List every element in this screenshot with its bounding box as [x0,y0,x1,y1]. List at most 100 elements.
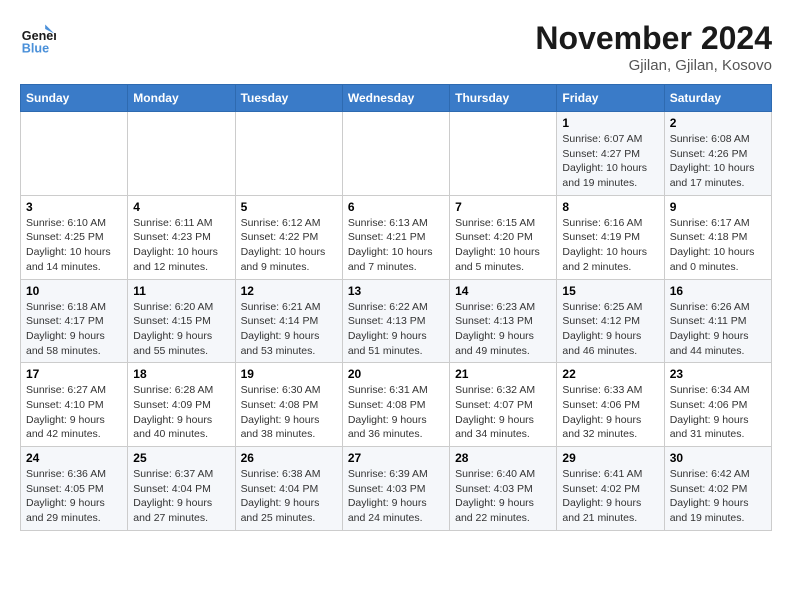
calendar-cell: 14 Sunrise: 6:23 AM Sunset: 4:13 PM Dayli… [450,279,557,363]
weekday-friday: Friday [557,85,664,112]
calendar-cell: 12 Sunrise: 6:21 AM Sunset: 4:14 PM Dayli… [235,279,342,363]
week-row-4: 17 Sunrise: 6:27 AM Sunset: 4:10 PM Dayli… [21,363,772,447]
day-detail: Sunrise: 6:27 AM Sunset: 4:10 PM Dayligh… [26,383,122,442]
day-detail: Sunrise: 6:33 AM Sunset: 4:06 PM Dayligh… [562,383,658,442]
week-row-2: 3 Sunrise: 6:10 AM Sunset: 4:25 PM Daylig… [21,195,772,279]
calendar-cell: 15 Sunrise: 6:25 AM Sunset: 4:12 PM Dayli… [557,279,664,363]
weekday-sunday: Sunday [21,85,128,112]
calendar-cell: 16 Sunrise: 6:26 AM Sunset: 4:11 PM Dayli… [664,279,771,363]
calendar-cell: 5Sunrise: 6:12 AM Sunset: 4:22 PM Daylig… [235,195,342,279]
day-number: 10 [26,284,122,298]
day-detail: Sunrise: 6:32 AM Sunset: 4:07 PM Dayligh… [455,383,551,442]
weekday-thursday: Thursday [450,85,557,112]
calendar-cell: 13 Sunrise: 6:22 AM Sunset: 4:13 PM Dayli… [342,279,449,363]
day-number: 17 [26,367,122,381]
weekday-header-row: SundayMondayTuesdayWednesdayThursdayFrid… [21,85,772,112]
day-number: 27 [348,451,444,465]
day-detail: Sunrise: 6:18 AM Sunset: 4:17 PM Dayligh… [26,300,122,359]
calendar-cell: 4Sunrise: 6:11 AM Sunset: 4:23 PM Daylig… [128,195,235,279]
week-row-3: 10 Sunrise: 6:18 AM Sunset: 4:17 PM Dayli… [21,279,772,363]
day-number: 23 [670,367,766,381]
day-number: 21 [455,367,551,381]
day-number: 6 [348,200,444,214]
day-detail: Sunrise: 6:07 AM Sunset: 4:27 PM Dayligh… [562,132,658,191]
calendar-cell: 27 Sunrise: 6:39 AM Sunset: 4:03 PM Dayli… [342,447,449,531]
day-number: 19 [241,367,337,381]
calendar-cell: 7Sunrise: 6:15 AM Sunset: 4:20 PM Daylig… [450,195,557,279]
calendar-cell: 25 Sunrise: 6:37 AM Sunset: 4:04 PM Dayli… [128,447,235,531]
day-detail: Sunrise: 6:25 AM Sunset: 4:12 PM Dayligh… [562,300,658,359]
calendar-cell: 30Sunrise: 6:42 AM Sunset: 4:02 PM Dayli… [664,447,771,531]
day-detail: Sunrise: 6:11 AM Sunset: 4:23 PM Dayligh… [133,216,229,275]
calendar-cell: 3 Sunrise: 6:10 AM Sunset: 4:25 PM Daylig… [21,195,128,279]
weekday-tuesday: Tuesday [235,85,342,112]
calendar-cell: 22 Sunrise: 6:33 AM Sunset: 4:06 PM Dayli… [557,363,664,447]
day-detail: Sunrise: 6:28 AM Sunset: 4:09 PM Dayligh… [133,383,229,442]
day-detail: Sunrise: 6:10 AM Sunset: 4:25 PM Dayligh… [26,216,122,275]
title-block: November 2024 Gjilan, Gjilan, Kosovo [535,20,772,74]
calendar-table: SundayMondayTuesdayWednesdayThursdayFrid… [20,84,772,531]
day-detail: Sunrise: 6:16 AM Sunset: 4:19 PM Dayligh… [562,216,658,275]
calendar-cell: 21 Sunrise: 6:32 AM Sunset: 4:07 PM Dayli… [450,363,557,447]
calendar-cell: 24 Sunrise: 6:36 AM Sunset: 4:05 PM Dayli… [21,447,128,531]
calendar-body: 1 Sunrise: 6:07 AM Sunset: 4:27 PM Daylig… [21,112,772,531]
calendar-cell: 19 Sunrise: 6:30 AM Sunset: 4:08 PM Dayli… [235,363,342,447]
calendar-cell: 10 Sunrise: 6:18 AM Sunset: 4:17 PM Dayli… [21,279,128,363]
week-row-1: 1 Sunrise: 6:07 AM Sunset: 4:27 PM Daylig… [21,112,772,196]
day-number: 25 [133,451,229,465]
day-number: 7 [455,200,551,214]
day-detail: Sunrise: 6:20 AM Sunset: 4:15 PM Dayligh… [133,300,229,359]
day-number: 14 [455,284,551,298]
day-number: 26 [241,451,337,465]
calendar-cell: 20 Sunrise: 6:31 AM Sunset: 4:08 PM Dayli… [342,363,449,447]
day-detail: Sunrise: 6:26 AM Sunset: 4:11 PM Dayligh… [670,300,766,359]
calendar-cell [450,112,557,196]
day-number: 12 [241,284,337,298]
location: Gjilan, Gjilan, Kosovo [535,57,772,74]
day-number: 1 [562,116,658,130]
month-title: November 2024 [535,20,772,57]
calendar-cell: 29 Sunrise: 6:41 AM Sunset: 4:02 PM Dayli… [557,447,664,531]
calendar-cell: 2Sunrise: 6:08 AM Sunset: 4:26 PM Daylig… [664,112,771,196]
day-detail: Sunrise: 6:41 AM Sunset: 4:02 PM Dayligh… [562,467,658,526]
day-number: 9 [670,200,766,214]
day-number: 29 [562,451,658,465]
day-detail: Sunrise: 6:40 AM Sunset: 4:03 PM Dayligh… [455,467,551,526]
calendar-cell: 9Sunrise: 6:17 AM Sunset: 4:18 PM Daylig… [664,195,771,279]
day-detail: Sunrise: 6:39 AM Sunset: 4:03 PM Dayligh… [348,467,444,526]
day-detail: Sunrise: 6:22 AM Sunset: 4:13 PM Dayligh… [348,300,444,359]
day-number: 22 [562,367,658,381]
day-number: 5 [241,200,337,214]
calendar-cell [128,112,235,196]
day-number: 13 [348,284,444,298]
day-number: 16 [670,284,766,298]
calendar-cell: 23 Sunrise: 6:34 AM Sunset: 4:06 PM Dayli… [664,363,771,447]
calendar-cell [235,112,342,196]
day-detail: Sunrise: 6:30 AM Sunset: 4:08 PM Dayligh… [241,383,337,442]
day-number: 3 [26,200,122,214]
day-number: 2 [670,116,766,130]
logo-icon: General Blue [20,20,56,56]
day-detail: Sunrise: 6:37 AM Sunset: 4:04 PM Dayligh… [133,467,229,526]
calendar-cell: 28Sunrise: 6:40 AM Sunset: 4:03 PM Dayli… [450,447,557,531]
day-number: 15 [562,284,658,298]
day-detail: Sunrise: 6:36 AM Sunset: 4:05 PM Dayligh… [26,467,122,526]
day-detail: Sunrise: 6:23 AM Sunset: 4:13 PM Dayligh… [455,300,551,359]
calendar-cell: 6Sunrise: 6:13 AM Sunset: 4:21 PM Daylig… [342,195,449,279]
day-detail: Sunrise: 6:42 AM Sunset: 4:02 PM Dayligh… [670,467,766,526]
calendar-cell: 8Sunrise: 6:16 AM Sunset: 4:19 PM Daylig… [557,195,664,279]
logo: General Blue [20,20,56,56]
day-number: 20 [348,367,444,381]
page-header: General Blue November 2024 Gjilan, Gjila… [20,20,772,74]
svg-text:Blue: Blue [22,41,49,55]
calendar-cell: 26Sunrise: 6:38 AM Sunset: 4:04 PM Dayli… [235,447,342,531]
day-number: 24 [26,451,122,465]
day-detail: Sunrise: 6:34 AM Sunset: 4:06 PM Dayligh… [670,383,766,442]
day-number: 11 [133,284,229,298]
day-detail: Sunrise: 6:31 AM Sunset: 4:08 PM Dayligh… [348,383,444,442]
weekday-saturday: Saturday [664,85,771,112]
day-number: 18 [133,367,229,381]
day-detail: Sunrise: 6:21 AM Sunset: 4:14 PM Dayligh… [241,300,337,359]
calendar-cell [21,112,128,196]
calendar-cell [342,112,449,196]
